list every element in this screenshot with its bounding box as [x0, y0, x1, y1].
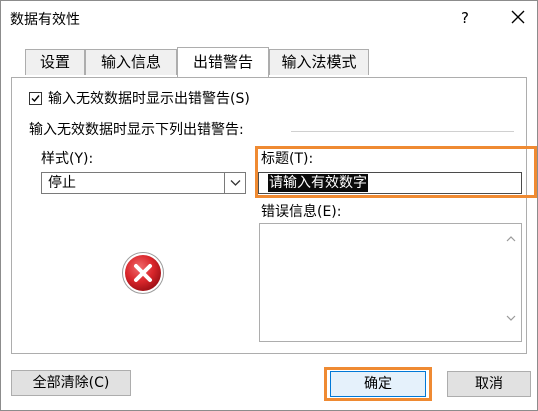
- scroll-up-icon[interactable]: [504, 232, 518, 246]
- tab-ime-mode[interactable]: 输入法模式: [269, 49, 369, 75]
- cancel-button[interactable]: 取消: [447, 371, 531, 397]
- tab-input-message[interactable]: 输入信息: [85, 49, 177, 75]
- data-validation-dialog: 数据有效性 ? 设置 输入信息 出错警告 输入法模式 输入无效数据时显示出错警告…: [0, 0, 538, 411]
- tab-settings[interactable]: 设置: [25, 49, 85, 75]
- style-select[interactable]: 停止: [41, 172, 246, 194]
- error-stop-icon: [122, 252, 164, 294]
- close-icon[interactable]: [504, 5, 532, 31]
- error-message-textarea[interactable]: [259, 223, 522, 342]
- error-message-label: 错误信息(E):: [261, 204, 342, 220]
- help-button[interactable]: ?: [453, 5, 477, 31]
- tab-error-alert[interactable]: 出错警告: [177, 47, 269, 77]
- title-input-value: 请输入有效数字: [268, 174, 368, 192]
- style-select-value: 停止: [48, 175, 76, 191]
- checkmark-icon: [31, 95, 40, 103]
- scroll-down-icon[interactable]: [504, 311, 518, 325]
- title-input[interactable]: 请输入有效数字: [258, 172, 522, 194]
- group-label: 输入无效数据时显示下列出错警告:: [29, 122, 244, 138]
- ok-button[interactable]: 确定: [330, 371, 426, 397]
- tab-strip: 设置 输入信息 出错警告 输入法模式: [1, 47, 537, 77]
- window-title: 数据有效性: [10, 12, 80, 28]
- chevron-down-icon: [230, 180, 241, 186]
- show-error-checkbox-label[interactable]: 输入无效数据时显示出错警告(S): [48, 89, 250, 109]
- group-divider: [291, 131, 514, 132]
- clear-all-button[interactable]: 全部清除(C): [11, 370, 131, 396]
- style-label: 样式(Y):: [41, 151, 94, 167]
- style-dropdown-button[interactable]: [224, 173, 245, 193]
- title-bar: 数据有效性 ?: [1, 1, 537, 35]
- show-error-checkbox[interactable]: [29, 92, 42, 105]
- title-label: 标题(T):: [261, 151, 314, 167]
